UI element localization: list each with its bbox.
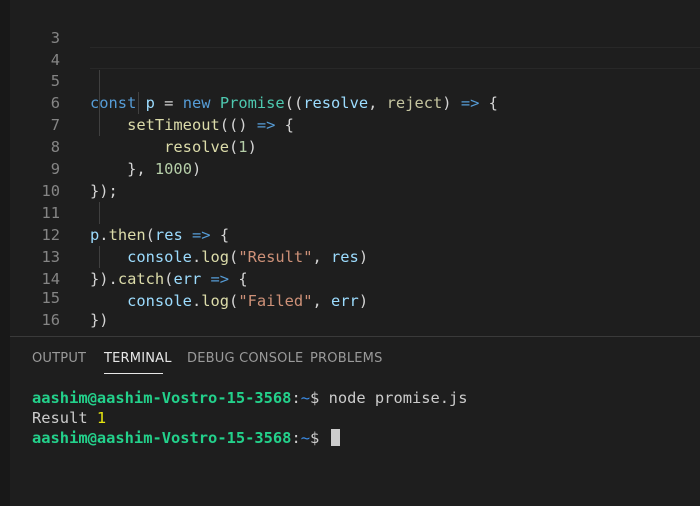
code-line: 9 }); (10, 136, 700, 200)
code-line: 17 (10, 309, 700, 351)
terminal-line: aashim@aashim-Vostro-15-3568:~$ (32, 428, 340, 448)
tab-debug-console[interactable]: DEBUG CONSOLE (187, 351, 303, 369)
code-line: 8 }, 1000) (10, 114, 700, 178)
terminal-command: node promise.js (328, 389, 468, 407)
terminal-line: Result 1 (32, 409, 107, 427)
code-editor[interactable]: 3 4 5 const p = new Promise((resolve, re… (10, 0, 700, 351)
tab-problems[interactable]: PROBLEMS (310, 351, 383, 369)
code-line: 10 (10, 158, 700, 200)
tab-output[interactable]: OUTPUT (32, 351, 86, 369)
code-line: 3 (10, 5, 700, 47)
terminal-line: aashim@aashim-Vostro-15-3568:~$ node pro… (32, 389, 468, 407)
active-tab-indicator (104, 373, 163, 374)
code-line: 13 }).catch(err => { (10, 224, 700, 288)
code-line: 12 console.log("Result", res) (10, 202, 700, 266)
code-line: 4 (10, 27, 700, 69)
bottom-panel: OUTPUT TERMINAL DEBUG CONSOLE PROBLEMS a… (10, 337, 700, 506)
tab-terminal[interactable]: TERMINAL (104, 351, 172, 369)
code-line: 6 setTimeout(() => { (10, 70, 700, 134)
terminal-cursor (330, 429, 340, 446)
code-line: 7 resolve(1) (10, 92, 700, 156)
left-gutter-bar (0, 0, 10, 506)
code-line: 16 (10, 287, 700, 329)
code-line: 15 }) (10, 265, 700, 329)
code-line: 11 p.then(res => { (10, 180, 700, 244)
code-line: 5 const p = new Promise((resolve, reject… (10, 48, 700, 112)
